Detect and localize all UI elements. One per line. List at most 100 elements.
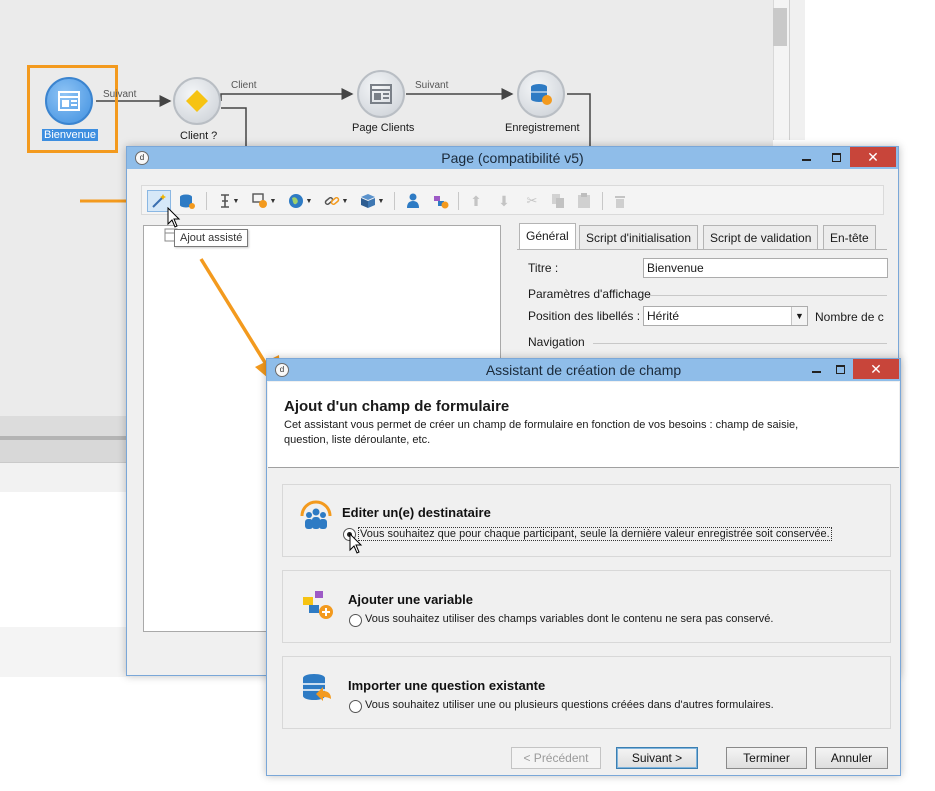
option-import-question-radio[interactable]	[349, 700, 362, 713]
toolbar-separator	[206, 192, 207, 210]
box-icon	[360, 194, 375, 208]
mouse-pointer-icon	[167, 207, 181, 228]
minimize-button[interactable]	[793, 147, 819, 167]
link-label-client: Client	[231, 80, 257, 91]
clipboard-icon	[578, 193, 590, 208]
minimize-button[interactable]	[803, 359, 829, 379]
labels-position-value: Hérité	[647, 309, 680, 323]
assistant-titlebar[interactable]: d Assistant de création de champ ✕	[267, 359, 900, 381]
close-button[interactable]: ✕	[850, 147, 896, 167]
maximize-button[interactable]	[827, 359, 853, 379]
cancel-button[interactable]: Annuler	[815, 747, 888, 769]
copy-button[interactable]	[548, 190, 568, 212]
canvas-scroll-thumb[interactable]	[773, 8, 787, 46]
field-settings-icon	[251, 193, 267, 208]
page-window-titlebar[interactable]: d Page (compatibilité v5) ✕	[127, 147, 898, 169]
node-client-test[interactable]	[173, 77, 221, 125]
lower-panel-footer	[0, 627, 130, 677]
field-settings-button[interactable]: ▼	[248, 190, 280, 212]
finish-button[interactable]: Terminer	[726, 747, 807, 769]
arrow-up-icon: ⬆	[470, 192, 482, 209]
next-button[interactable]: Suivant >	[616, 747, 698, 769]
option-edit-recipient-text: Vous souhaitez que pour chaque participa…	[358, 527, 832, 541]
node-bienvenue[interactable]	[45, 77, 93, 125]
chevron-down-icon: ▼	[791, 307, 807, 325]
move-up-button[interactable]: ⬆	[466, 190, 486, 212]
tab-init-script[interactable]: Script d'initialisation	[579, 225, 699, 250]
toolbar-separator	[602, 192, 603, 210]
database-icon	[180, 194, 195, 209]
mouse-pointer-icon	[349, 533, 363, 554]
link-icon	[324, 196, 339, 206]
copy-icon	[552, 194, 564, 208]
page-window-title: Page (compatibilité v5)	[441, 150, 584, 166]
option-import-question[interactable]: Importer une question existante Vous sou…	[282, 656, 891, 729]
lower-panel-content	[0, 492, 130, 627]
close-button[interactable]: ✕	[853, 359, 899, 379]
tab-strip-baseline	[517, 249, 887, 250]
tab-header[interactable]: En-tête	[823, 225, 876, 250]
assistant-heading: Ajout d'un champ de formulaire	[284, 398, 510, 415]
node-page-clients[interactable]	[357, 70, 405, 118]
node-label-bienvenue: Bienvenue	[42, 129, 98, 141]
navigation-divider	[593, 343, 887, 344]
maximize-button[interactable]	[823, 147, 849, 167]
assisted-add-tooltip: Ajout assisté	[174, 229, 249, 247]
recipients-icon	[300, 500, 332, 529]
link-label-suivant-1: Suivant	[103, 89, 137, 100]
globe-icon	[288, 194, 303, 208]
display-settings-divider	[647, 295, 887, 296]
titre-label: Titre :	[528, 261, 559, 275]
variable-button[interactable]	[430, 190, 452, 212]
text-field-button[interactable]: ▼	[214, 190, 244, 212]
previous-button[interactable]: < Précédent	[511, 747, 601, 769]
move-down-button[interactable]: ⬇	[494, 190, 514, 212]
side-panel-edge	[789, 0, 805, 140]
option-add-variable-title: Ajouter une variable	[348, 592, 473, 607]
add-variable-icon	[434, 196, 449, 209]
assistant-description-line2: question, liste déroulante, etc.	[284, 434, 431, 446]
assistant-description-line1: Cet assistant vous permet de créer un ch…	[284, 419, 799, 431]
text-cursor-icon	[220, 194, 229, 208]
columns-label: Nombre de c	[815, 310, 884, 324]
node-label-client: Client ?	[180, 130, 218, 142]
magic-wand-icon	[152, 194, 166, 208]
import-question-icon	[303, 674, 331, 701]
titre-input[interactable]: Bienvenue	[643, 258, 888, 278]
option-import-question-title: Importer une question existante	[348, 678, 546, 693]
assistant-dialog: d Assistant de création de champ ✕ Ajout…	[266, 358, 901, 776]
trash-icon	[615, 196, 625, 208]
arrow-down-icon: ⬇	[498, 192, 510, 209]
toolbar-separator	[458, 192, 459, 210]
scissors-icon: ✂	[526, 193, 538, 208]
option-edit-recipient-title: Editer un(e) destinataire	[342, 505, 491, 520]
delete-button[interactable]	[610, 190, 630, 212]
option-add-variable-radio[interactable]	[349, 614, 362, 627]
option-add-variable[interactable]: Ajouter une variable Vous souhaitez util…	[282, 570, 891, 643]
option-edit-recipient[interactable]: Editer un(e) destinataire Vous souhaitez…	[282, 484, 891, 557]
option-add-variable-text: Vous souhaitez utiliser des champs varia…	[365, 613, 774, 625]
navigation-heading: Navigation	[528, 335, 585, 349]
tab-general[interactable]: Général	[519, 223, 576, 250]
add-variable-icon	[303, 591, 333, 619]
display-settings-heading: Paramètres d'affichage	[528, 287, 651, 301]
toolbar-separator	[394, 192, 395, 210]
database-save-icon	[531, 84, 552, 105]
labels-position-label: Position des libellés :	[528, 309, 641, 323]
container-button[interactable]: ▼	[356, 190, 388, 212]
recipient-button[interactable]	[402, 190, 424, 212]
page-icon	[58, 91, 80, 111]
link-button[interactable]: ▼	[320, 190, 352, 212]
cut-button[interactable]: ✂	[522, 190, 542, 212]
paste-button[interactable]	[574, 190, 594, 212]
test-diamond-icon	[186, 90, 208, 112]
page-icon	[370, 84, 392, 104]
tab-validation-script[interactable]: Script de validation	[703, 225, 819, 250]
link-label-suivant-2: Suivant	[415, 80, 449, 91]
labels-position-select[interactable]: Hérité ▼	[643, 306, 808, 326]
page-toolbar: ▼ ▼ ▼ ▼ ▼ ⬆ ⬇ ✂	[141, 185, 884, 215]
assistant-header: Ajout d'un champ de formulaire Cet assis…	[268, 382, 899, 468]
web-button[interactable]: ▼	[284, 190, 316, 212]
node-enregistrement[interactable]	[517, 70, 565, 118]
node-label-page-clients: Page Clients	[352, 122, 415, 134]
